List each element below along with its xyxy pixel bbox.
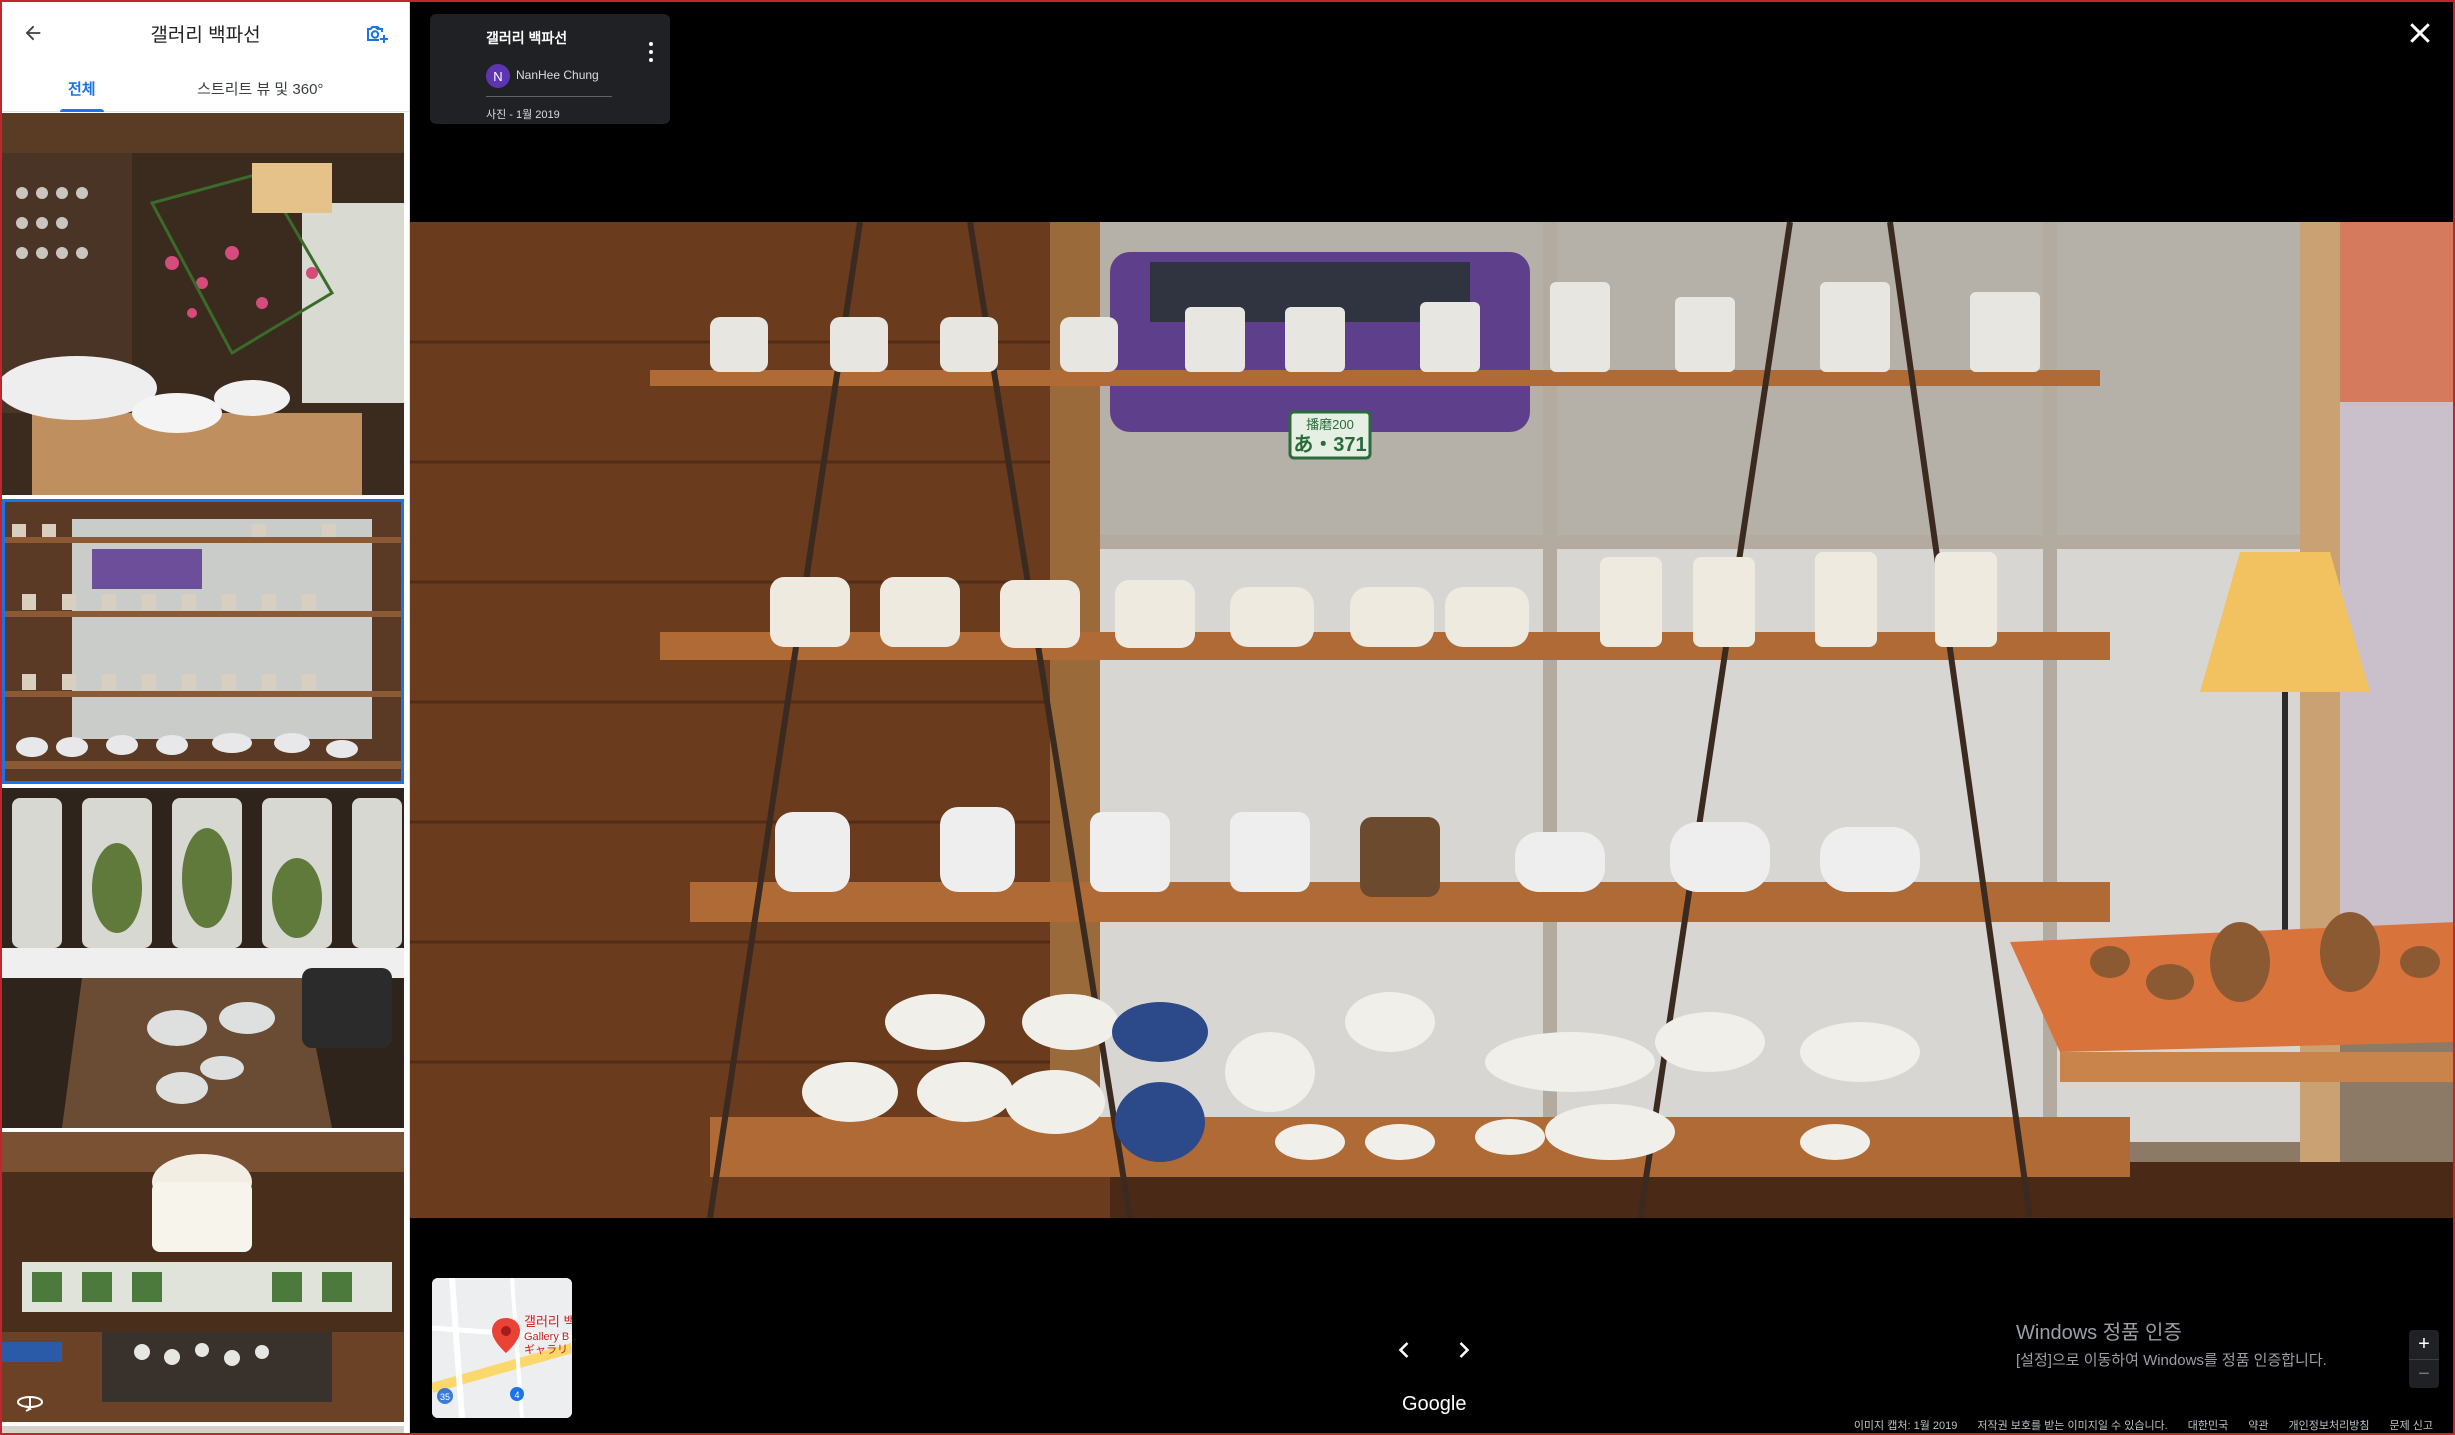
divider	[486, 96, 612, 97]
main-photo[interactable]: 播磨200 あ・371	[410, 222, 2455, 1218]
avatar[interactable]: N	[486, 64, 510, 88]
watermark-title: Windows 정품 인증	[2016, 1322, 2182, 1344]
zoom-control: + −	[2409, 1330, 2439, 1388]
capture-date: 이미지 캡처: 1월 2019	[1853, 1420, 1958, 1432]
place-title[interactable]: 갤러리 백파선	[486, 28, 567, 48]
svg-text:갤러리 백: 갤러리 백	[524, 1314, 572, 1329]
street-view-screen: 갤러리 백파선 전체 스트리트 뷰 및 360° 播磨200 あ・371 갤러리…	[0, 0, 2455, 1435]
360-icon	[17, 1396, 43, 1412]
footer: 이미지 캡처: 1월 2019 저작권 보호를 받는 이미지일 수 있습니다. …	[1854, 1417, 2433, 1433]
chevron-right-icon[interactable]	[1450, 1336, 1478, 1364]
more-options-button[interactable]	[646, 42, 656, 62]
svg-text:あ・371: あ・371	[1293, 433, 1366, 456]
svg-text:Gallery B: Gallery B	[524, 1331, 569, 1343]
photo-thumbnail-selected[interactable]	[2, 499, 404, 784]
terms-link[interactable]: 약관	[2248, 1417, 2268, 1433]
close-icon[interactable]	[2405, 18, 2435, 48]
watermark-subtitle: [설정]으로 이동하여 Windows를 정품 인증합니다.	[2016, 1352, 2327, 1369]
svg-text:4: 4	[514, 1390, 519, 1400]
photo-date: 사진 - 1월 2019	[486, 109, 560, 121]
photo-thumbnail-list	[2, 113, 404, 1433]
svg-text:ギャラリ: ギャラリ	[524, 1343, 568, 1356]
privacy-link[interactable]: 개인정보처리방침	[2288, 1417, 2369, 1433]
chevron-left-icon[interactable]	[1390, 1336, 1418, 1364]
arrow-left-icon	[25, 25, 41, 41]
mini-map[interactable]: 갤러리 백 Gallery B ギャラリ 35 4	[432, 1278, 572, 1418]
tab-street-view-360[interactable]: 스트리트 뷰 및 360°	[162, 64, 409, 112]
photo-info-card: 갤러리 백파선 N NanHee Chung 사진 - 1월 2019	[430, 14, 670, 124]
photo-thumbnail[interactable]	[2, 1426, 404, 1433]
copyright-link[interactable]: 저작권 보호를 받는 이미지일 수 있습니다.	[1977, 1417, 2167, 1433]
panel-title: 갤러리 백파선	[150, 24, 261, 46]
photo-tabs: 전체 스트리트 뷰 및 360°	[2, 64, 409, 112]
google-logo: Google	[1402, 1393, 1467, 1415]
country-link[interactable]: 대한민국	[2188, 1417, 2228, 1433]
camera-plus-icon	[367, 26, 388, 43]
photo-thumbnail-360[interactable]	[2, 1132, 404, 1422]
report-link[interactable]: 문제 신고	[2389, 1417, 2433, 1433]
panel-header: 갤러리 백파선	[2, 2, 409, 64]
zoom-out-button[interactable]: −	[2409, 1359, 2439, 1388]
more-vert-icon	[649, 42, 653, 46]
photo-thumbnail[interactable]	[2, 788, 404, 1128]
add-photo-button[interactable]	[359, 16, 393, 50]
zoom-in-button[interactable]: +	[2409, 1330, 2439, 1359]
author-name[interactable]: NanHee Chung	[516, 68, 599, 82]
photo-gallery-panel: 갤러리 백파선 전체 스트리트 뷰 및 360°	[2, 2, 410, 1433]
back-button[interactable]	[16, 16, 50, 50]
svg-text:35: 35	[440, 1392, 450, 1402]
photo-thumbnail[interactable]	[2, 113, 404, 495]
tab-all[interactable]: 전체	[2, 64, 162, 112]
windows-activation-watermark: Windows 정품 인증 [설정]으로 이동하여 Windows를 정품 인증…	[2016, 1316, 2327, 1370]
svg-text:播磨200: 播磨200	[1306, 417, 1354, 432]
